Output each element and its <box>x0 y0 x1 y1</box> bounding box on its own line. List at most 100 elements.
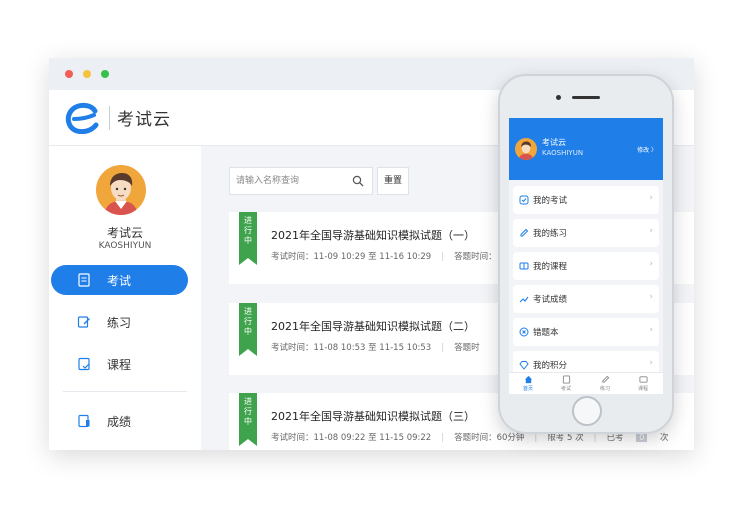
chevron-right-icon: › <box>649 259 653 269</box>
exam-duration: 答题时间：60分钟 <box>454 433 525 443</box>
phone-tab-label: 练习 <box>599 386 610 392</box>
meta-separator: | <box>441 252 445 262</box>
search-icon[interactable] <box>352 175 364 187</box>
phone-screen: 考试云 KAOSHIYUN 修改 〉 我的考试 › 我的练习 › 我的课程 › <box>509 118 663 394</box>
course-icon <box>78 357 90 371</box>
e-logo-icon <box>65 102 99 134</box>
avatar[interactable] <box>96 165 146 215</box>
phone-menu-label: 考试成绩 <box>533 295 568 305</box>
phone-mockup: 考试云 KAOSHIYUN 修改 〉 我的考试 › 我的练习 › 我的课程 › <box>498 74 674 434</box>
exam-time: 考试时间：11-08 09:22 至 11-15 09:22 <box>271 433 432 443</box>
exam-time: 考试时间：11-08 10:53 至 11-15 10:53 <box>271 343 432 353</box>
taken-prefix: 已考 <box>606 433 624 443</box>
home-icon <box>524 375 532 384</box>
phone-user-name: 考试云 <box>542 138 566 147</box>
reset-button[interactable]: 重置 <box>377 167 409 195</box>
phone-menu-label: 我的练习 <box>533 229 568 239</box>
phone-menu-label: 我的考试 <box>533 196 568 206</box>
user-avatar-icon <box>104 173 138 215</box>
phone-tab-course[interactable]: 课程 <box>624 375 662 392</box>
exam-icon <box>519 195 529 205</box>
error-icon <box>519 327 529 337</box>
close-window-button[interactable] <box>65 70 73 78</box>
sidebar-divider <box>63 391 187 392</box>
trend-icon <box>519 296 529 303</box>
phone-menu-item-my-courses[interactable]: 我的课程 › <box>513 252 659 280</box>
avatar[interactable] <box>515 138 537 160</box>
edit-icon <box>77 316 90 328</box>
sidebar-item-label: 考试 <box>107 274 132 288</box>
status-label: 进行中 <box>244 397 252 426</box>
stage: 考试云 考试云 KAOSHIYUN 考试 练习 课程 成绩 请输入名称查询 重置… <box>0 0 750 512</box>
taken-count-badge: 0 <box>636 433 648 442</box>
user-avatar-icon <box>518 141 534 160</box>
phone-camera <box>556 95 561 100</box>
phone-tab-label: 首页 <box>522 386 533 392</box>
exam-limit: 限考 5 次 <box>547 433 584 443</box>
taken-suffix: 次 <box>659 433 669 443</box>
phone-menu-item-exam-scores[interactable]: 考试成绩 › <box>513 285 659 313</box>
exam-duration: 答题时间： <box>454 252 497 262</box>
sidebar-item-label: 练习 <box>107 316 132 330</box>
status-label: 进行中 <box>244 216 252 245</box>
status-label: 进行中 <box>244 307 252 336</box>
phone-menu-label: 错题本 <box>533 328 559 338</box>
document-icon <box>78 273 90 287</box>
phone-profile-header: 考试云 KAOSHIYUN 修改 〉 <box>509 118 663 180</box>
chevron-right-icon: › <box>649 292 653 302</box>
exam-title: 2021年全国导游基础知识模拟试题（三） <box>271 410 475 423</box>
exam-title: 2021年全国导游基础知识模拟试题（一） <box>271 229 475 242</box>
phone-home-button[interactable] <box>572 396 602 426</box>
course-icon <box>638 376 648 383</box>
chevron-right-icon: › <box>649 226 653 236</box>
edit-icon <box>520 228 529 237</box>
phone-menu-item-my-practice[interactable]: 我的练习 › <box>513 219 659 247</box>
minimize-window-button[interactable] <box>83 70 91 78</box>
phone-tab-exam[interactable]: 考试 <box>547 375 585 392</box>
meta-separator: | <box>534 433 538 443</box>
phone-tab-label: 考试 <box>560 386 571 392</box>
sidebar-user-subtitle: KAOSHIYUN <box>98 241 152 251</box>
maximize-window-button[interactable] <box>101 70 109 78</box>
chevron-right-icon: › <box>649 358 653 368</box>
sidebar-item-label: 课程 <box>107 358 132 372</box>
phone-tab-home[interactable]: 首页 <box>509 375 547 392</box>
sidebar-item-label: 成绩 <box>107 415 132 429</box>
chevron-right-icon: › <box>649 193 653 203</box>
phone-menu-item-error-book[interactable]: 错题本 › <box>513 318 659 346</box>
sidebar-user-name: 考试云 <box>106 226 143 240</box>
phone-menu-label: 我的课程 <box>533 262 568 272</box>
phone-tab-label: 课程 <box>637 386 648 392</box>
edit-profile-link[interactable]: 修改 〉 <box>637 145 657 154</box>
sidebar: 考试云 KAOSHIYUN 考试 练习 课程 成绩 <box>49 146 201 450</box>
phone-speaker <box>572 96 600 99</box>
status-ribbon: 进行中 <box>239 393 257 446</box>
phone-menu-item-my-exams[interactable]: 我的考试 › <box>513 186 659 214</box>
exam-duration: 答题时 <box>454 343 480 353</box>
exam-time: 考试时间：11-09 10:29 至 11-16 10:29 <box>271 252 432 262</box>
status-ribbon: 进行中 <box>239 212 257 265</box>
meta-separator: | <box>441 433 445 443</box>
exam-meta: 考试时间：11-08 10:53 至 11-15 10:53 | 答题时 <box>271 341 490 353</box>
sidebar-item-exam[interactable]: 考试 <box>51 265 188 295</box>
app-title: 考试云 <box>117 110 171 130</box>
search-box <box>229 167 373 195</box>
exam-title: 2021年全国导游基础知识模拟试题（二） <box>271 320 475 333</box>
exam-meta: 考试时间：11-09 10:29 至 11-16 10:29 | 答题时间： <box>271 250 507 262</box>
edit-icon <box>601 375 609 383</box>
status-ribbon: 进行中 <box>239 303 257 356</box>
meta-separator: | <box>441 343 445 353</box>
sidebar-item-score[interactable]: 成绩 <box>51 406 188 436</box>
chevron-right-icon: › <box>649 325 653 335</box>
logo-divider <box>109 106 110 130</box>
sidebar-item-practice[interactable]: 练习 <box>51 307 188 337</box>
meta-separator: | <box>593 433 597 443</box>
exam-icon <box>562 375 570 384</box>
score-icon <box>78 414 90 428</box>
course-icon <box>519 262 529 270</box>
phone-tab-practice[interactable]: 练习 <box>586 375 624 392</box>
search-input[interactable] <box>236 172 346 190</box>
sidebar-item-course[interactable]: 课程 <box>51 349 188 379</box>
points-icon <box>519 361 529 370</box>
phone-menu-label: 我的积分 <box>533 361 568 371</box>
